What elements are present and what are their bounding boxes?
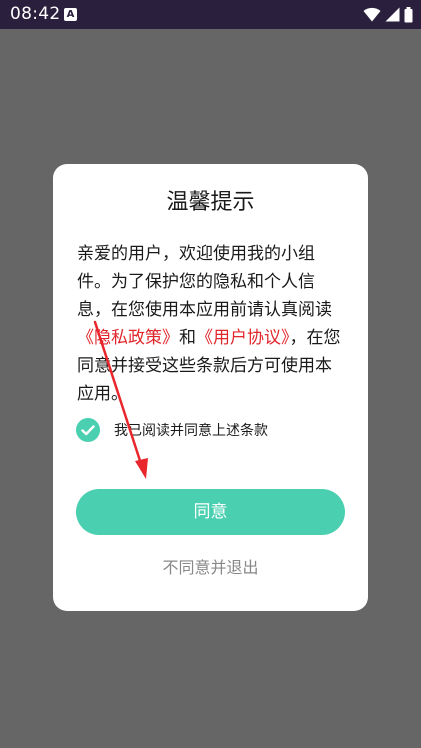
dialog-body: 亲爱的用户，欢迎使用我的小组件。为了保护您的隐私和个人信息，在您使用本应用前请认… [77, 240, 347, 408]
status-time: 08:42 [10, 4, 61, 24]
dialog-title: 温馨提示 [166, 190, 255, 215]
agree-checkbox[interactable] [76, 418, 100, 442]
check-icon [81, 424, 95, 435]
agree-button[interactable]: 同意 [76, 489, 345, 535]
user-agreement-link[interactable]: 《用户协议》 [196, 328, 290, 348]
privacy-policy-link[interactable]: 《隐私政策》 [77, 328, 179, 348]
signal-icon [385, 7, 400, 22]
battery-icon [404, 6, 413, 22]
decline-exit-button[interactable]: 不同意并退出 [53, 554, 368, 578]
agree-checkbox-label: 我已阅读并同意上述条款 [114, 423, 268, 439]
notification-a-icon: A [64, 8, 77, 21]
status-bar: 08:42 A [0, 0, 421, 29]
privacy-dialog: 温馨提示 亲爱的用户，欢迎使用我的小组件。为了保护您的隐私和个人信息，在您使用本… [53, 164, 368, 611]
wifi-icon [363, 7, 381, 22]
body-prefix: 亲爱的用户，欢迎使用我的小组件。为了保护您的隐私和个人信息，在您使用本应用前请认… [77, 244, 332, 320]
status-icons [363, 6, 413, 23]
body-conjunction: 和 [179, 328, 196, 348]
agree-checkbox-row[interactable]: 我已阅读并同意上述条款 [76, 418, 268, 442]
